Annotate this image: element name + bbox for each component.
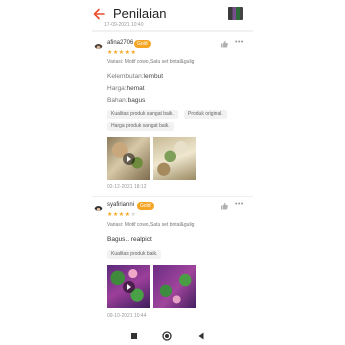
thumbs-up-icon[interactable] [220, 40, 228, 48]
more-icon[interactable]: ••• [235, 201, 245, 210]
review-photo[interactable] [153, 265, 196, 308]
divider [92, 196, 253, 197]
page-title: Penilaian [113, 6, 167, 21]
play-icon[interactable] [122, 280, 135, 293]
more-icon[interactable]: ••• [235, 39, 245, 48]
avatar [94, 40, 103, 49]
attribute-key: Kelembutan: [107, 73, 144, 80]
attribute-row: Harga:hemat [107, 85, 145, 92]
review-username: syafirianni [107, 202, 135, 208]
attribute-key: Harga: [107, 85, 127, 92]
circle-icon[interactable] [162, 331, 172, 341]
review-item: syafirianni Gold ••• ★★★★★ Variasi: Moti… [92, 200, 253, 325]
triangle-back-icon[interactable] [196, 331, 206, 341]
review-video-thumbnail[interactable] [107, 265, 150, 308]
review-tag[interactable]: Harga produk sangat baik. [107, 122, 174, 131]
play-icon[interactable] [122, 152, 135, 165]
variant-text: Variasi: Motif cowo,Satu set bntal&gulig [107, 222, 195, 228]
member-badge: Gold [137, 202, 154, 210]
review-video-thumbnail[interactable] [107, 137, 150, 180]
divider [92, 30, 253, 32]
review-date: 09-10-2021 10:44 [107, 313, 147, 319]
review-username: afina2706 [107, 40, 134, 46]
member-badge: Gold [134, 40, 151, 48]
review-tag[interactable]: Kualitas produk sangat baik. [107, 110, 178, 119]
variant-text: Variasi: Motif cowo,Satu set bntal&gulig [107, 59, 195, 65]
review-tag[interactable]: Produk original. [184, 110, 227, 119]
attribute-row: Bahan:bagus [107, 97, 145, 104]
review-item: afina2706 Gold ••• ★★★★★ Variasi: Motif … [92, 38, 253, 198]
previous-review-date: 17-09-2021 10:40 [104, 22, 144, 28]
avatar [94, 202, 103, 211]
attribute-value: lembut [143, 73, 164, 80]
rating-stars: ★★★★★ [107, 212, 137, 218]
back-arrow-icon[interactable] [92, 7, 106, 21]
review-photo[interactable] [153, 137, 196, 180]
app-header: Penilaian 17-09-2021 10:40 [0, 0, 345, 28]
square-icon[interactable] [129, 331, 139, 341]
attribute-key: Bahan: [107, 97, 128, 104]
attribute-value: bagus [127, 97, 146, 104]
system-nav-bar [0, 328, 345, 345]
attribute-row: Kelembutan:lembut [107, 73, 163, 80]
thumbs-up-icon[interactable] [220, 202, 228, 210]
review-comment: Bagus.. realpict [107, 236, 152, 243]
review-tag[interactable]: Kualitas produk baik. [107, 250, 162, 259]
product-thumbnail[interactable] [228, 7, 243, 20]
rating-stars: ★★★★★ [107, 50, 137, 56]
attribute-value: hemat [126, 85, 145, 92]
review-date: 02-12-2021 18:12 [107, 184, 147, 190]
